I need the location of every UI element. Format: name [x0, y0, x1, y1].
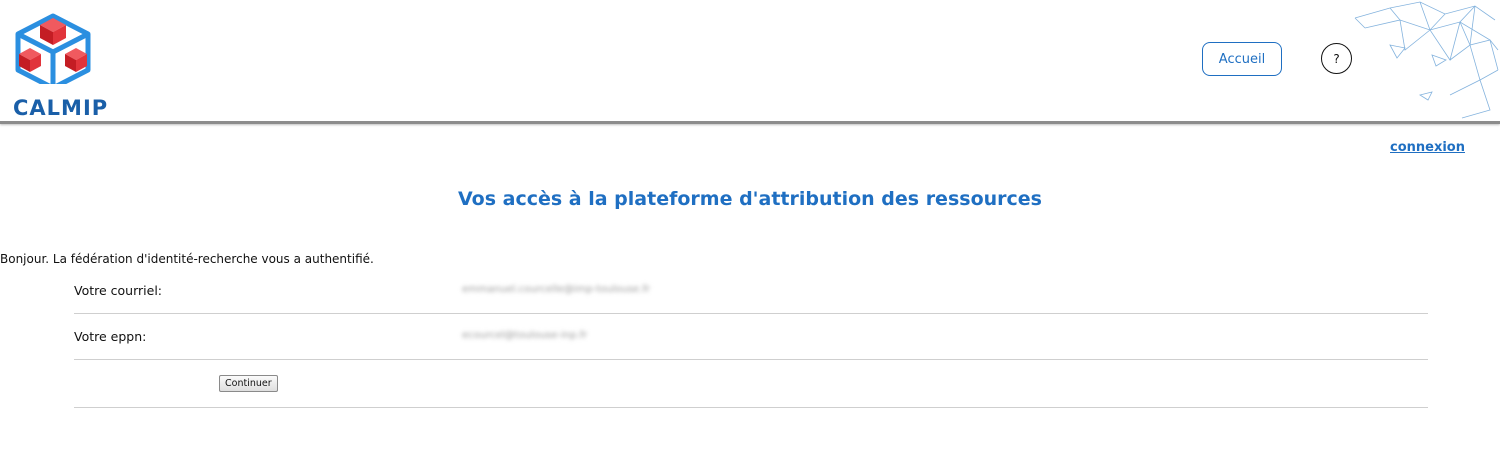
site-header: CALMIP Accueil ?	[0, 0, 1500, 124]
page-title: Vos accès à la plateforme d'attribution …	[458, 188, 1042, 210]
eppn-label: Votre eppn:	[74, 329, 147, 344]
eppn-value: ecourcel@toulouse-inp.fr	[462, 330, 588, 341]
continue-button[interactable]: Continuer	[219, 375, 278, 392]
email-label: Votre courriel:	[74, 283, 163, 298]
calmip-logo[interactable]: CALMIP	[8, 12, 120, 120]
help-button[interactable]: ?	[1321, 43, 1352, 74]
home-button[interactable]: Accueil	[1202, 42, 1282, 76]
eppn-row: Votre eppn: ecourcel@toulouse-inp.fr	[74, 314, 1428, 360]
greeting-text: Bonjour. La fédération d'identité-recher…	[0, 252, 374, 266]
calmip-cube-logo-icon	[15, 13, 91, 84]
logo-text: CALMIP	[13, 96, 109, 120]
email-value: emmanuel.courcelle@imp-toulouse.fr	[462, 284, 651, 295]
login-link[interactable]: connexion	[1390, 140, 1465, 155]
network-triangles-decoration-icon	[1354, 1, 1499, 119]
identity-info-table: Votre courriel: emmanuel.courcelle@imp-t…	[74, 268, 1428, 408]
email-row: Votre courriel: emmanuel.courcelle@imp-t…	[74, 268, 1428, 314]
